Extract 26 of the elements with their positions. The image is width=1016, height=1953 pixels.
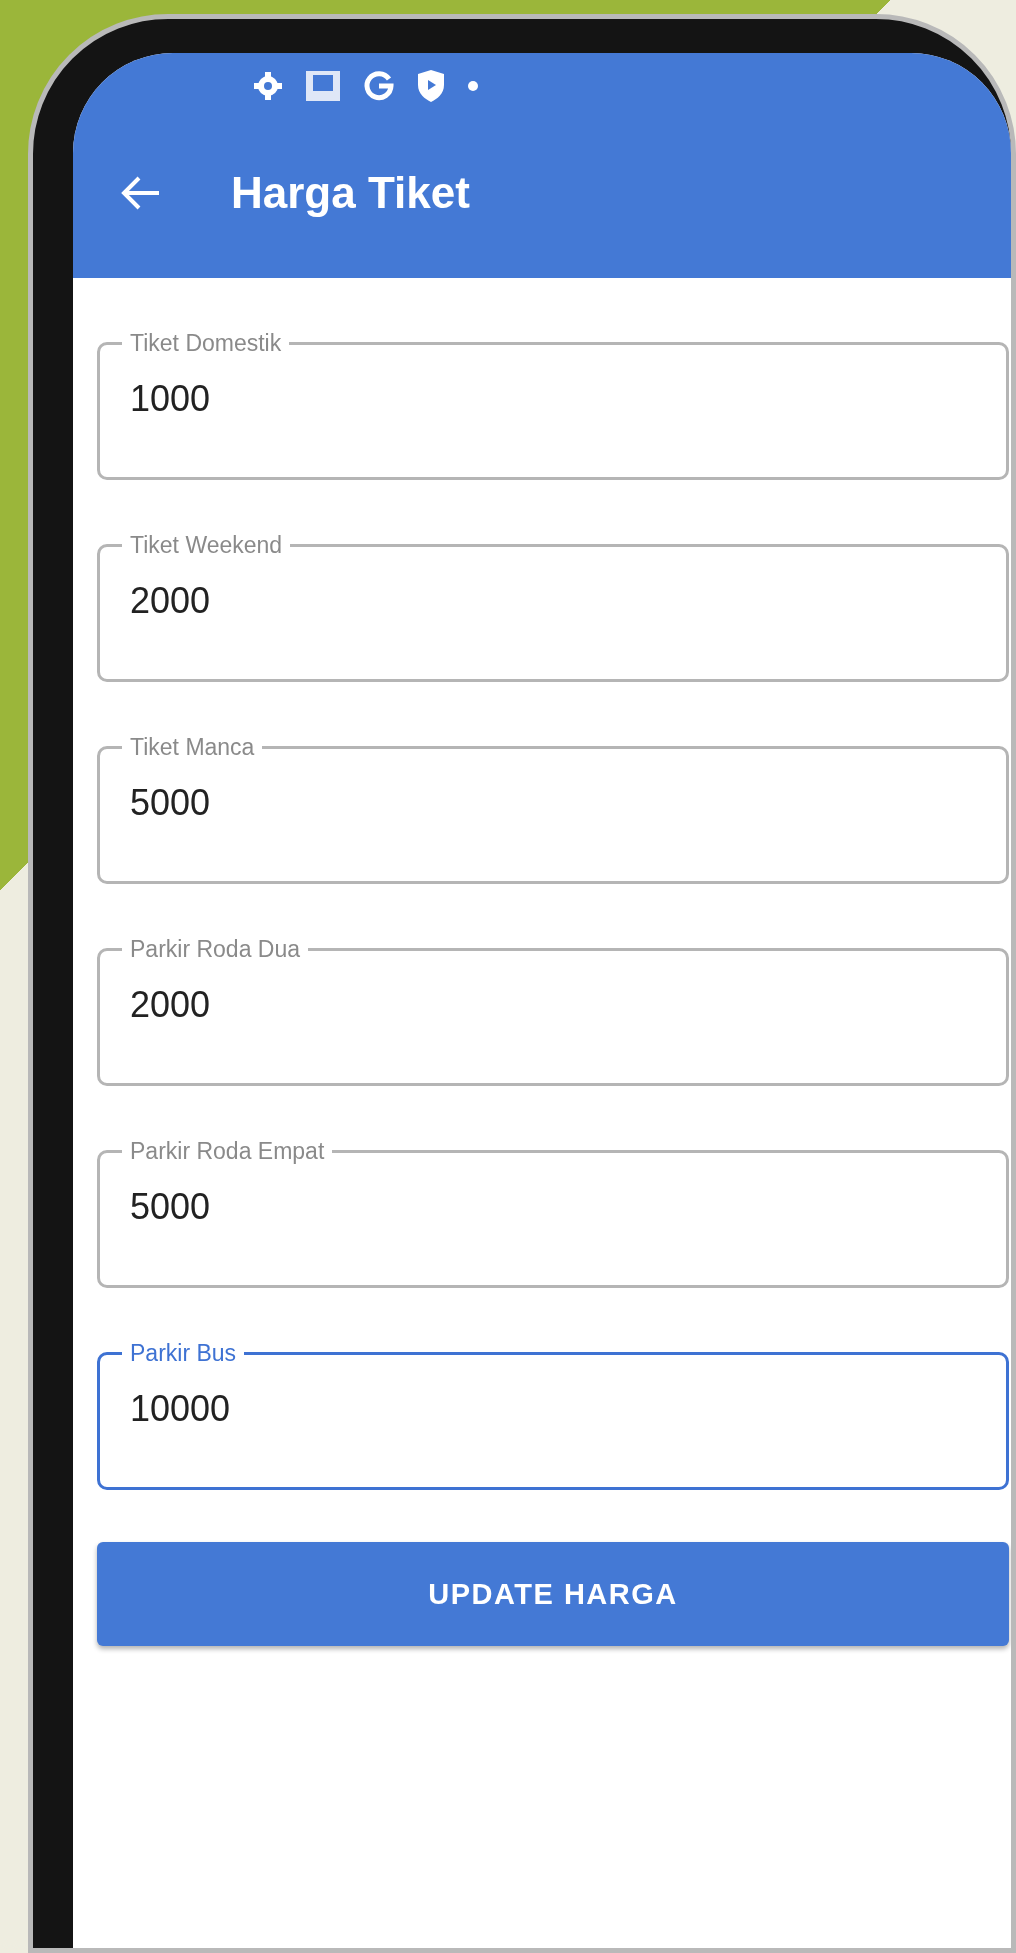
image-icon xyxy=(305,69,341,102)
screen-title: Harga Tiket xyxy=(231,168,470,218)
field-value: 2000 xyxy=(130,984,211,1026)
field-label: Parkir Roda Dua xyxy=(129,936,302,962)
text-field[interactable]: Parkir Roda Empat 5000 xyxy=(97,1138,1009,1288)
back-arrow-icon[interactable] xyxy=(121,175,161,211)
text-field[interactable]: Tiket Weekend 2000 xyxy=(97,532,1009,682)
field-value: 1000 xyxy=(130,378,211,420)
field-label: Parkir Roda Empat xyxy=(129,1138,326,1164)
text-field[interactable]: Parkir Bus 10000 xyxy=(97,1340,1009,1490)
gear-icon xyxy=(253,70,283,101)
field-label: Tiket Domestik xyxy=(129,330,283,356)
shield-icon xyxy=(417,68,445,103)
field-label: Tiket Manca xyxy=(129,734,256,760)
field-label: Parkir Bus xyxy=(129,1340,238,1366)
field-value: 5000 xyxy=(130,1186,211,1228)
update-button[interactable]: UPDATE HARGA xyxy=(97,1542,1009,1646)
field-value: 5000 xyxy=(130,782,211,824)
field-value: 2000 xyxy=(130,580,211,622)
google-icon xyxy=(363,69,395,102)
field-label: Tiket Weekend xyxy=(129,532,284,558)
text-field[interactable]: Tiket Domestik 1000 xyxy=(97,330,1009,480)
field-value: 10000 xyxy=(130,1388,231,1430)
text-field[interactable]: Parkir Roda Dua 2000 xyxy=(97,936,1009,1086)
dot-icon xyxy=(467,79,479,92)
text-field[interactable]: Tiket Manca 5000 xyxy=(97,734,1009,884)
